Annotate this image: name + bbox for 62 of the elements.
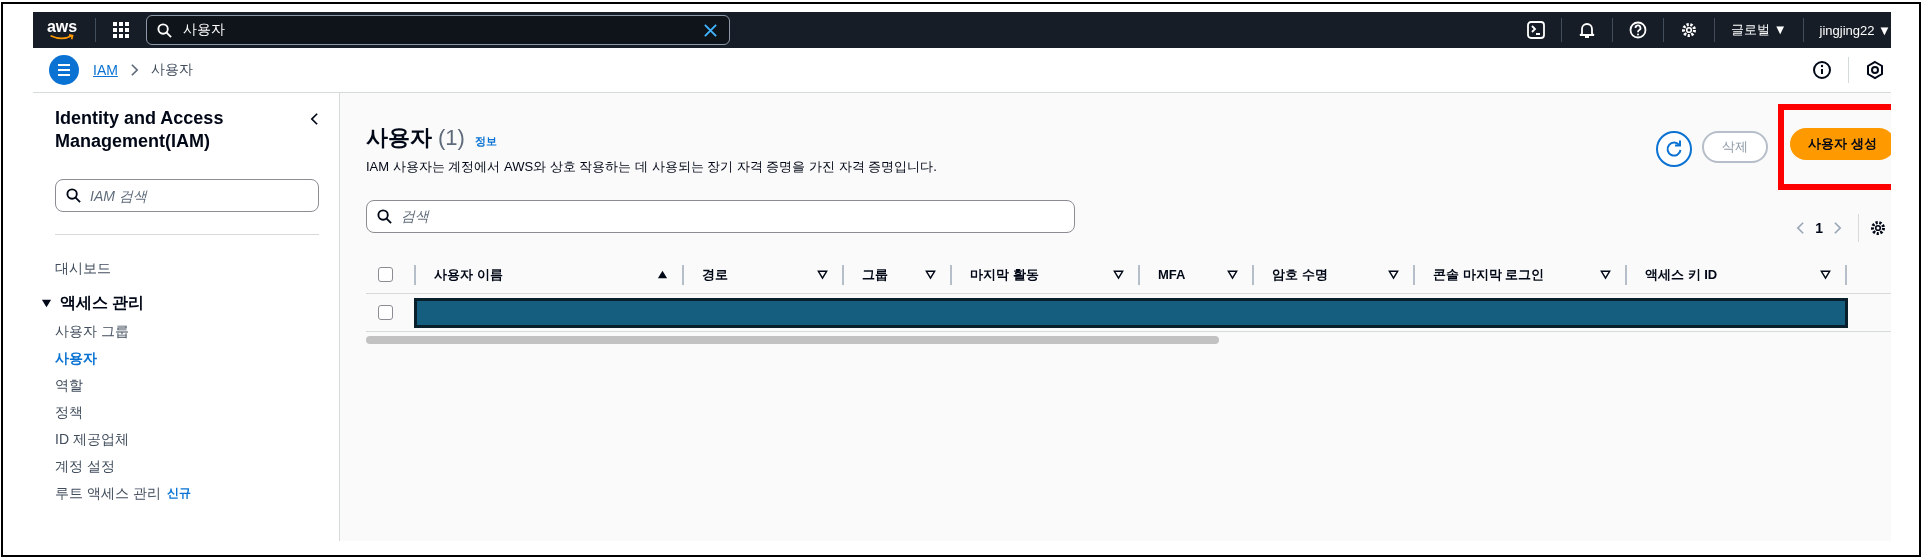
sort-icon[interactable]	[1388, 269, 1399, 280]
terminal-icon[interactable]	[1527, 21, 1546, 39]
search-field[interactable]: 사용자	[146, 15, 730, 45]
select-all-checkbox[interactable]	[378, 267, 393, 282]
help-icon[interactable]	[1629, 21, 1648, 39]
grid-icon[interactable]	[112, 21, 130, 39]
search-icon	[157, 23, 172, 38]
column-header[interactable]: 경로	[702, 265, 728, 284]
user-count: (1)	[438, 125, 465, 151]
sidebar-title: Identity and Access Management(IAM)	[55, 107, 225, 153]
sort-icon[interactable]	[925, 269, 936, 280]
sort-icon[interactable]	[817, 269, 828, 280]
info-icon[interactable]	[1812, 60, 1832, 80]
column-header[interactable]: 암호 수명	[1272, 265, 1328, 284]
row-checkbox[interactable]	[378, 305, 393, 320]
hexagon-icon[interactable]	[1865, 60, 1885, 80]
page-description: IAM 사용자는 계정에서 AWS와 상호 작용하는 데 사용되는 장기 자격 증명을 가진 자격 증명입니다.	[366, 158, 937, 176]
caret-icon	[41, 297, 52, 309]
clear-icon[interactable]	[703, 23, 718, 38]
column-header[interactable]: 그룹	[862, 265, 888, 284]
column-header[interactable]: 마지막 활동	[970, 265, 1039, 284]
page-number[interactable]: 1	[1815, 220, 1823, 236]
nav-section[interactable]: 액세스 관리	[41, 290, 319, 316]
sort-ascending-icon[interactable]	[657, 269, 668, 280]
sort-icon[interactable]	[1820, 269, 1831, 280]
nav-item[interactable]: 역할	[55, 372, 83, 399]
search-field[interactable]: IAM 검색	[55, 179, 319, 212]
search-field[interactable]: 검색	[366, 199, 1075, 233]
settings-icon[interactable]	[1680, 21, 1699, 39]
menu-icon	[56, 62, 72, 78]
scrollbar[interactable]	[366, 336, 1219, 344]
column-header[interactable]: 사용자 이름	[434, 265, 503, 284]
sort-icon[interactable]	[1113, 269, 1124, 280]
nav-item[interactable]: 대시보드	[55, 255, 319, 282]
user-menu[interactable]: jingjing22 ▼	[1819, 22, 1891, 38]
info-link[interactable]: 정보	[474, 134, 497, 149]
column-header[interactable]: 콘솔 마지막 로그인	[1433, 265, 1545, 284]
breadcrumb-link[interactable]: IAM	[93, 62, 118, 78]
column-header[interactable]: MFA	[1158, 267, 1186, 282]
search-icon	[377, 208, 392, 224]
nav-item[interactable]: 사용자	[55, 345, 97, 372]
nav-item[interactable]: 루트 액세스 관리	[55, 480, 161, 507]
collapse-icon[interactable]	[310, 112, 319, 126]
aws-logo[interactable]: aws	[45, 19, 79, 41]
nav-item[interactable]: 계정 설정	[55, 453, 115, 480]
bell-icon[interactable]	[1578, 21, 1597, 39]
region-menu[interactable]: 글로벌 ▼	[1731, 21, 1787, 39]
search-icon	[66, 188, 81, 203]
sort-icon[interactable]	[1227, 269, 1238, 280]
sort-icon[interactable]	[1600, 269, 1611, 280]
refresh-button[interactable]	[1656, 131, 1693, 167]
menu-button[interactable]	[49, 55, 79, 85]
create-user-button[interactable]: 사용자 생성	[1790, 128, 1891, 160]
chevron-right-icon	[129, 63, 139, 77]
column-header[interactable]: 액세스 키 ID	[1645, 265, 1718, 284]
page-title: 사용자	[366, 124, 432, 152]
breadcrumb-current: 사용자	[150, 61, 193, 79]
nav-item[interactable]: 사용자 그룹	[55, 318, 129, 345]
settings-icon[interactable]	[1869, 219, 1887, 237]
new-label: 신규	[166, 485, 191, 502]
nav-item[interactable]: ID 제공업체	[55, 426, 129, 453]
nav-item[interactable]: 정책	[55, 399, 83, 426]
